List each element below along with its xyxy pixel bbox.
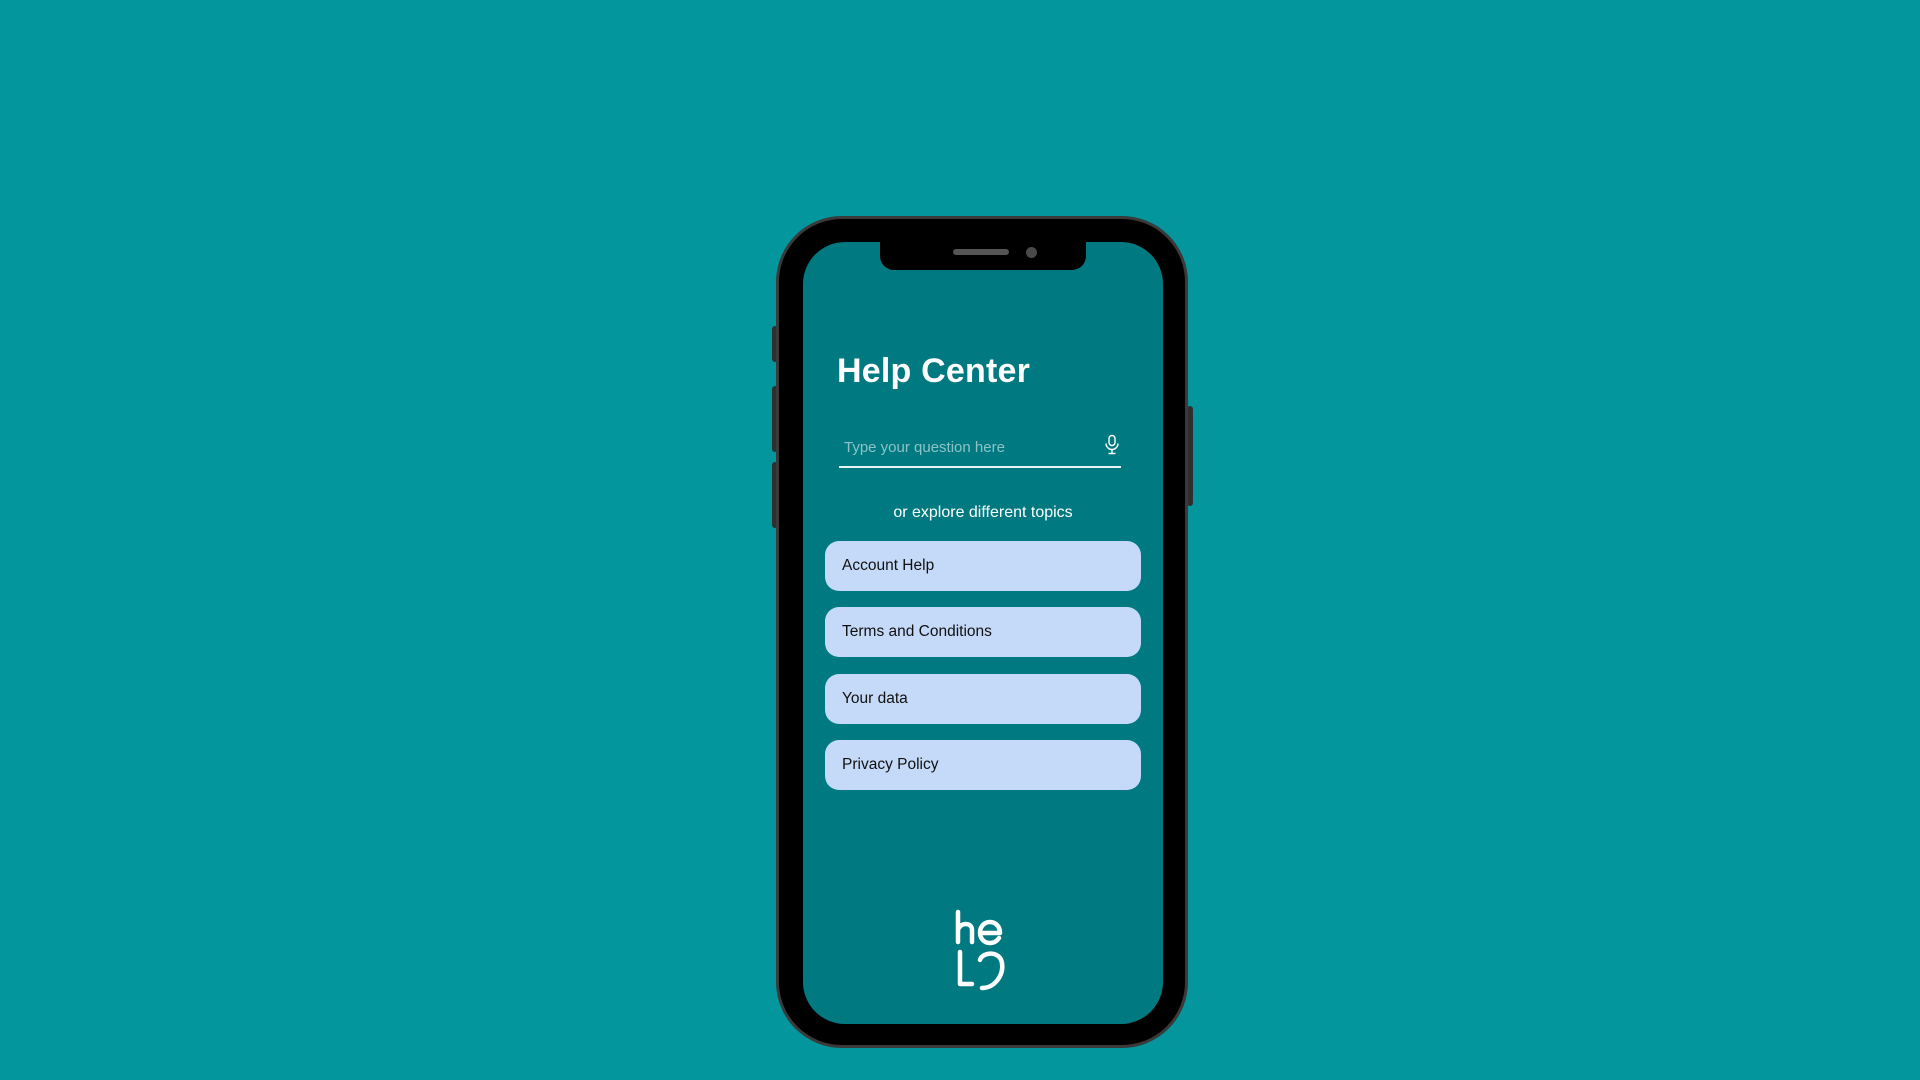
phone-speaker [953, 249, 1009, 255]
topic-label: Your data [842, 690, 908, 707]
topic-label: Privacy Policy [842, 756, 939, 773]
topic-terms-and-conditions-button[interactable]: Terms and Conditions [825, 607, 1141, 657]
topic-your-data-button[interactable]: Your data [825, 674, 1141, 724]
phone-notch [880, 240, 1086, 270]
scene-background: Help Center or explore different topics … [0, 0, 1920, 1080]
topic-account-help-button[interactable]: Account Help [825, 541, 1141, 591]
explore-topics-label: or explore different topics [893, 504, 1073, 521]
page-title: Help Center [837, 352, 1031, 390]
help-logo [955, 909, 1005, 991]
topic-label: Terms and Conditions [842, 623, 992, 640]
search-bar[interactable] [839, 428, 1121, 468]
topic-label: Account Help [842, 557, 935, 574]
microphone-icon[interactable] [1103, 434, 1121, 456]
search-input[interactable] [842, 432, 1082, 462]
topic-privacy-policy-button[interactable]: Privacy Policy [825, 740, 1141, 790]
phone-camera [1026, 247, 1037, 258]
